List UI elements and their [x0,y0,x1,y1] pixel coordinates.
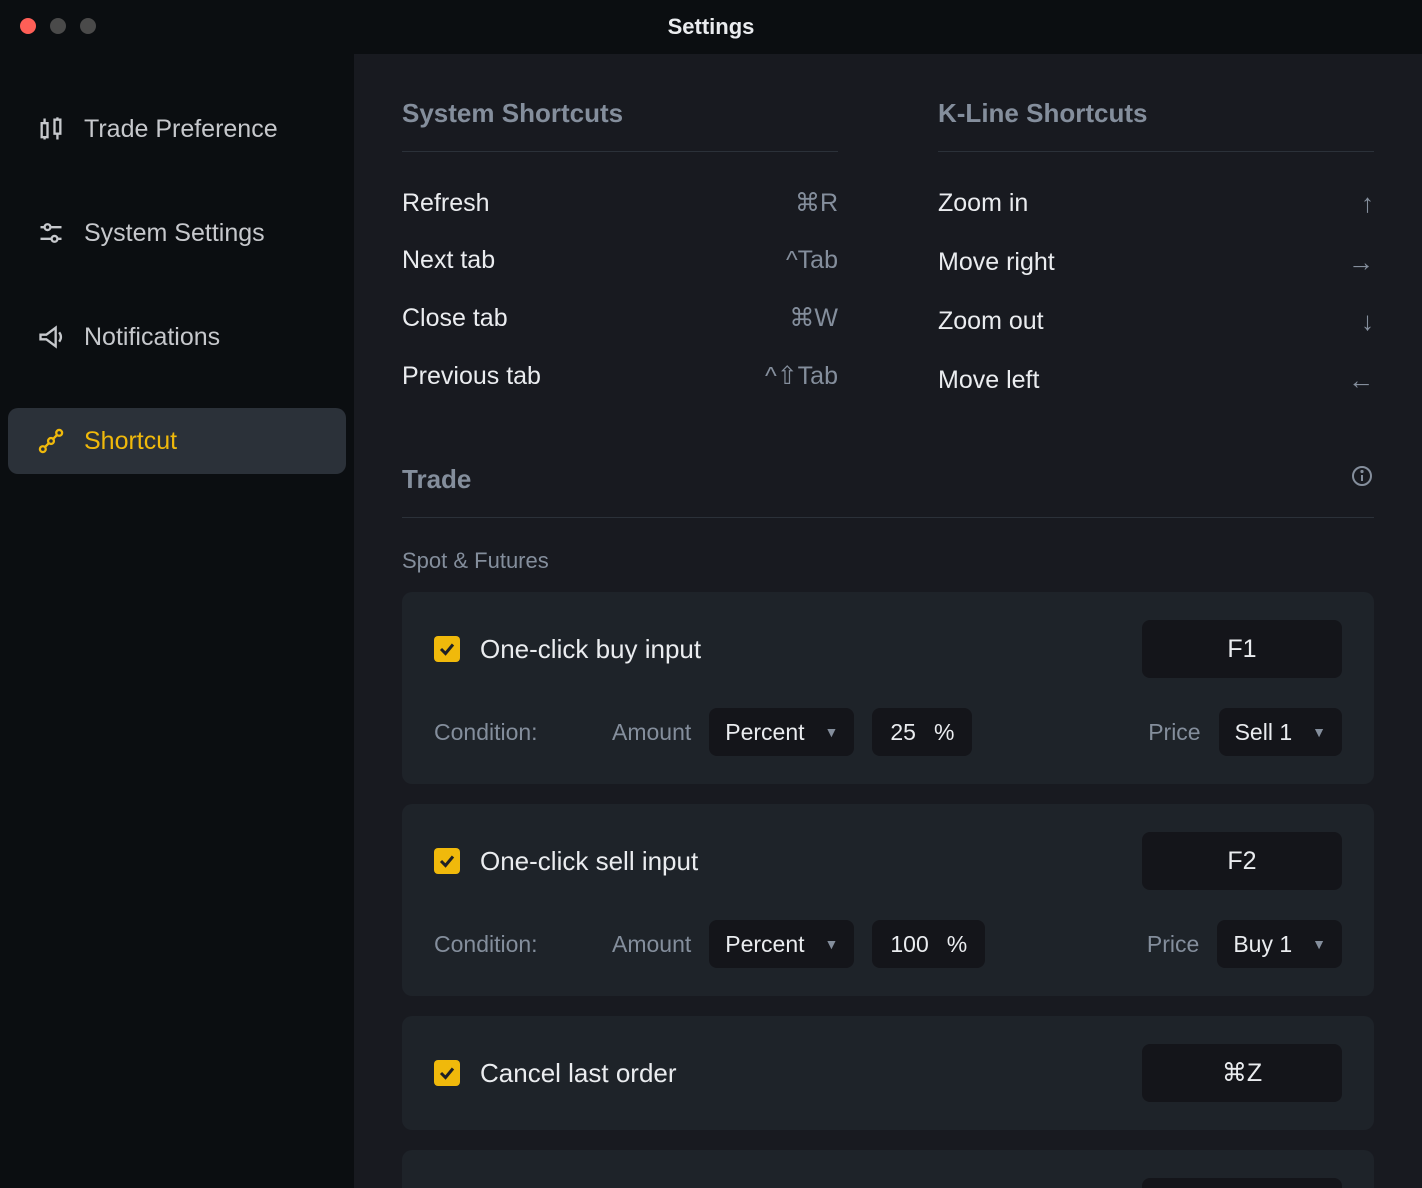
card-title: One-click sell input [480,846,1142,877]
input-value: 25 [890,719,916,746]
shortcut-key-input[interactable]: ⌘Z [1142,1044,1342,1102]
amount-type-select[interactable]: Percent ▼ [709,920,854,968]
select-value: Buy 1 [1233,931,1292,958]
shortcut-row-zoom-in: Zoom in ↑ [938,188,1374,219]
condition-label: Condition: [434,719,594,746]
amount-value-input[interactable]: 25 % [872,708,972,756]
shortcut-row-next-tab: Next tab ^Tab [402,246,838,275]
kline-shortcuts-section: K-Line Shortcuts Zoom in ↑ Move right → … [938,98,1374,424]
shortcut-key-input[interactable]: F2 [1142,832,1342,890]
sidebar-item-label: Shortcut [84,427,177,456]
shortcut-label: Move left [938,366,1039,395]
megaphone-icon [36,322,66,352]
condition-label: Condition: [434,931,594,958]
sidebar-item-label: System Settings [84,219,265,248]
shortcut-row-move-right: Move right → [938,247,1374,278]
sidebar-item-system-settings[interactable]: System Settings [8,200,346,266]
window-controls [20,18,96,34]
arrow-left-icon: ← [1348,365,1374,396]
arrow-right-icon: → [1348,247,1374,278]
amount-value-input[interactable]: 100 % [872,920,985,968]
enable-checkbox[interactable] [434,848,460,874]
shortcut-key-input[interactable]: ⌥⌘Z [1142,1178,1342,1188]
shortcut-key: ^⇧Tab [765,361,838,391]
sidebar-item-notifications[interactable]: Notifications [8,304,346,370]
shortcut-label: Close tab [402,304,508,333]
chevron-down-icon: ▼ [1312,936,1326,952]
sidebar-item-label: Notifications [84,323,220,352]
sidebar-item-trade-preference[interactable]: Trade Preference [8,96,346,162]
enable-checkbox[interactable] [434,636,460,662]
card-title: Cancel last order [480,1058,1142,1089]
window-minimize-button[interactable] [50,18,66,34]
settings-sliders-icon [36,218,66,248]
sidebar-item-shortcut[interactable]: Shortcut [8,408,346,474]
shortcut-row-move-left: Move left ← [938,365,1374,396]
shortcut-row-previous-tab: Previous tab ^⇧Tab [402,361,838,391]
select-value: Percent [725,931,804,958]
select-value: Sell 1 [1235,719,1293,746]
input-value: 100 [890,931,928,958]
enable-checkbox[interactable] [434,1060,460,1086]
system-shortcuts-section: System Shortcuts Refresh ⌘R Next tab ^Ta… [402,98,838,424]
window-title: Settings [668,14,755,40]
card-title: One-click buy input [480,634,1142,665]
section-title: Trade [402,464,471,495]
shortcut-label: Zoom in [938,189,1028,218]
trade-section-header: Trade [402,464,1374,518]
section-title: System Shortcuts [402,98,838,152]
window-close-button[interactable] [20,18,36,34]
price-label: Price [1147,931,1199,958]
shortcut-label: Refresh [402,189,490,218]
shortcut-label: Move right [938,248,1055,277]
select-value: Percent [725,719,804,746]
shortcut-row-refresh: Refresh ⌘R [402,188,838,218]
arrow-up-icon: ↑ [1361,188,1374,219]
sidebar-item-label: Trade Preference [84,115,278,144]
chevron-down-icon: ▼ [1312,724,1326,740]
price-label: Price [1148,719,1200,746]
amount-label: Amount [612,719,691,746]
price-select[interactable]: Buy 1 ▼ [1217,920,1342,968]
amount-label: Amount [612,931,691,958]
shortcut-key: ^Tab [786,246,838,275]
amount-type-select[interactable]: Percent ▼ [709,708,854,756]
trade-subheader: Spot & Futures [402,548,1374,574]
shortcut-icon [36,426,66,456]
titlebar: Settings [0,0,1422,54]
trade-card-one-click-buy: One-click buy input F1 Condition: Amount… [402,592,1374,784]
trade-card-cancel-last-order: Cancel last order ⌘Z [402,1016,1374,1130]
window-maximize-button[interactable] [80,18,96,34]
input-unit: % [934,719,954,746]
section-title: K-Line Shortcuts [938,98,1374,152]
arrow-down-icon: ↓ [1361,306,1374,337]
shortcut-key: ⌘W [789,303,838,333]
shortcut-label: Previous tab [402,362,541,391]
price-select[interactable]: Sell 1 ▼ [1219,708,1342,756]
shortcut-key: ⌘R [795,188,838,218]
chevron-down-icon: ▼ [825,724,839,740]
sliders-icon [36,114,66,144]
shortcut-label: Next tab [402,246,495,275]
sidebar: Trade Preference System Settings Notific… [0,54,354,1188]
shortcut-label: Zoom out [938,307,1044,336]
shortcut-key-input[interactable]: F1 [1142,620,1342,678]
chevron-down-icon: ▼ [825,936,839,952]
shortcut-row-zoom-out: Zoom out ↓ [938,306,1374,337]
input-unit: % [947,931,967,958]
shortcut-row-close-tab: Close tab ⌘W [402,303,838,333]
trade-card-one-click-sell: One-click sell input F2 Condition: Amoun… [402,804,1374,996]
content-panel: System Shortcuts Refresh ⌘R Next tab ^Ta… [354,54,1422,1188]
info-icon[interactable] [1350,464,1374,495]
trade-card-cancel-all: Cancel all ⌥⌘Z [402,1150,1374,1188]
